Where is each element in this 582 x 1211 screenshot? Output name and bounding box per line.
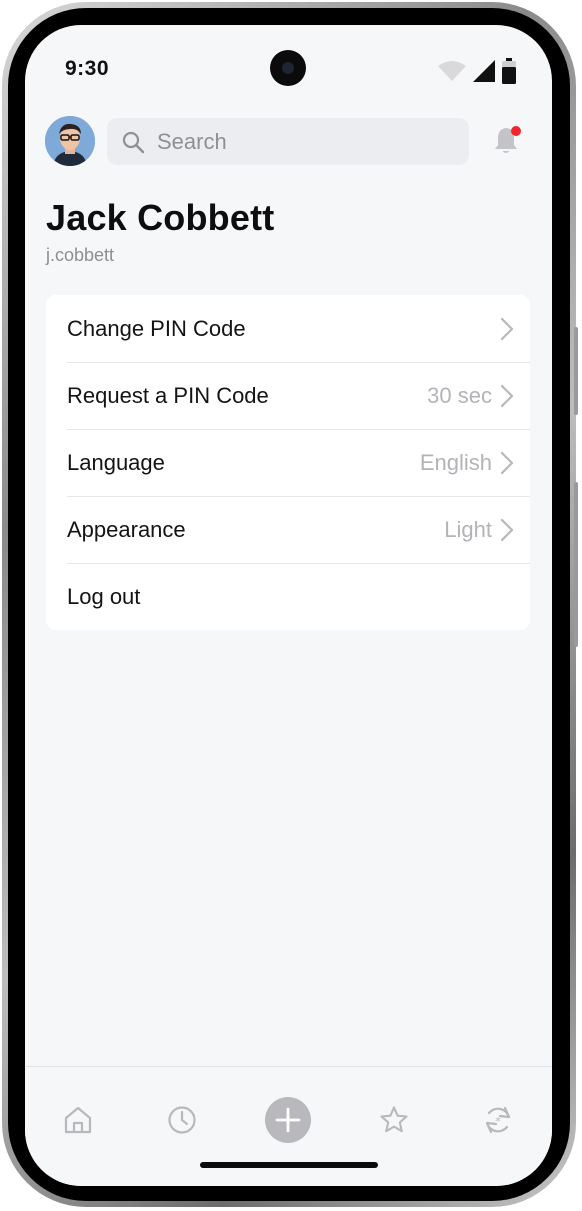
status-time: 9:30 (65, 57, 110, 80)
battery-icon (502, 58, 516, 84)
home-indicator[interactable] (200, 1162, 378, 1168)
menu-item-value: English (419, 449, 492, 475)
menu-item-appearance[interactable]: Appearance Light (46, 496, 530, 563)
chevron-right-icon (500, 317, 514, 340)
add-button[interactable] (265, 1097, 311, 1143)
top-bar: Search (45, 116, 532, 166)
menu-item-change-pin[interactable]: Change PIN Code (46, 295, 530, 362)
search-icon (122, 131, 145, 153)
home-icon[interactable] (63, 1105, 93, 1135)
add-icon (275, 1107, 301, 1133)
menu-item-label: Appearance (67, 516, 186, 542)
menu-item-label: Change PIN Code (67, 315, 246, 341)
profile-username: j.cobbett (46, 245, 115, 265)
power-button (574, 482, 578, 647)
history-clock-icon[interactable] (167, 1105, 197, 1135)
menu-item-value: Light (444, 516, 492, 542)
settings-menu: Change PIN Code Request a PIN Code 30 se… (46, 295, 530, 630)
notification-button[interactable] (489, 124, 523, 158)
bottom-nav: * (25, 1066, 552, 1186)
status-icons (438, 58, 516, 84)
menu-item-value: 30 sec (427, 382, 492, 408)
signal-icon (473, 60, 495, 82)
menu-item-label: Language (67, 449, 165, 475)
search-placeholder: Search (157, 128, 227, 154)
avatar[interactable] (45, 116, 95, 166)
sync-icon[interactable]: * (483, 1105, 513, 1135)
chevron-right-icon (500, 518, 514, 541)
profile-name: Jack Cobbett (46, 197, 275, 238)
app-screen: 9:30 Search Jack Cobbett j.cobbett Chang… (25, 25, 552, 1186)
menu-item-language[interactable]: Language English (46, 429, 530, 496)
chevron-right-icon (500, 384, 514, 407)
volume-button (574, 327, 578, 415)
search-input[interactable]: Search (107, 118, 469, 165)
notification-badge (511, 126, 521, 136)
favorites-star-icon[interactable] (379, 1105, 409, 1135)
svg-text:*: * (495, 1115, 501, 1128)
chevron-right-icon (500, 451, 514, 474)
wifi-icon (438, 61, 466, 81)
front-camera (270, 50, 306, 86)
menu-item-label: Log out (67, 583, 141, 609)
menu-item-label: Request a PIN Code (67, 382, 269, 408)
menu-item-log-out[interactable]: Log out (46, 563, 530, 630)
menu-item-request-pin[interactable]: Request a PIN Code 30 sec (46, 362, 530, 429)
